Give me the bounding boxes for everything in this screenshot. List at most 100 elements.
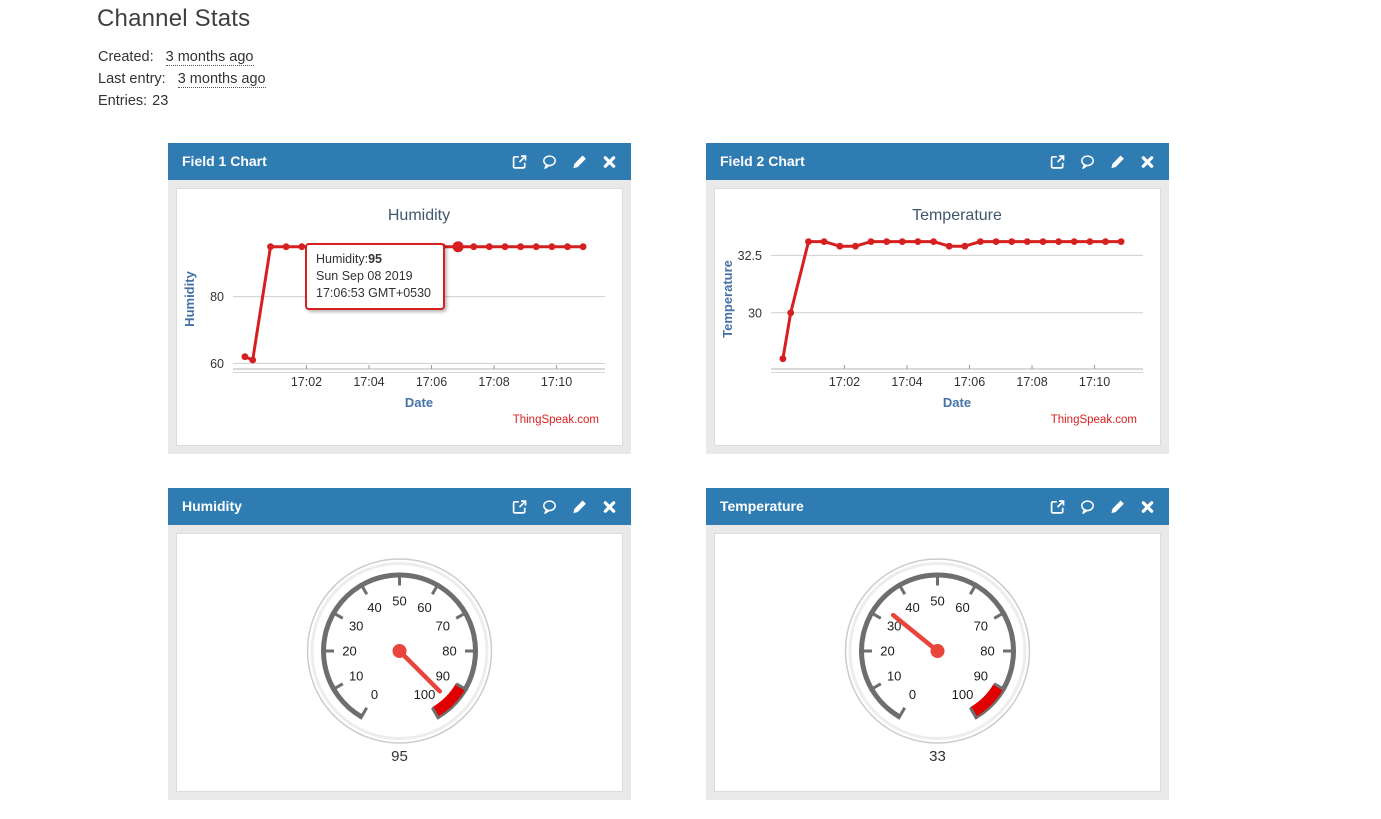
humidity-line-chart[interactable]: 60 80 17:02 17:04 17:06 17:08 17:10 Humidity Hum… — [177, 189, 622, 445]
svg-text:17:08: 17:08 — [1016, 375, 1047, 389]
tooltip-date: Sun Sep 08 2019 — [316, 269, 413, 283]
svg-text:80: 80 — [210, 290, 224, 304]
svg-text:70: 70 — [974, 619, 988, 634]
gauge-container: 0 10 20 30 40 50 60 70 80 90 100 95 — [176, 533, 623, 792]
meta-last-entry: Last entry: 3 months ago — [98, 68, 266, 90]
close-icon[interactable] — [1139, 154, 1156, 170]
meta-created: Created: 3 months ago — [98, 46, 266, 68]
chart-container: 30 32.5 17:02 17:04 17:06 17:08 17:10 Temperatu… — [714, 188, 1161, 446]
svg-text:90: 90 — [436, 669, 450, 684]
panel-humidity-gauge: Humidity 0 10 20 30 40 50 60 70 80 90 100 95 — [168, 488, 631, 800]
svg-text:80: 80 — [980, 644, 994, 659]
gauge-container: 0 10 20 30 40 50 60 70 80 90 100 33 — [714, 533, 1161, 792]
svg-text:20: 20 — [342, 644, 356, 659]
svg-text:60: 60 — [210, 357, 224, 371]
channel-stats-page: Channel Stats Created: 3 months ago Last … — [0, 0, 1381, 819]
svg-text:0: 0 — [371, 687, 378, 702]
svg-text:100: 100 — [952, 687, 974, 702]
svg-text:17:04: 17:04 — [353, 375, 384, 389]
svg-text:17:10: 17:10 — [1079, 375, 1110, 389]
svg-text:Temperature: Temperature — [720, 260, 735, 338]
svg-text:Temperature: Temperature — [912, 207, 1002, 224]
panel-field2-chart: Field 2 Chart 30 32.5 17:02 17:04 17:06 17:08… — [706, 143, 1169, 454]
external-link-icon[interactable] — [1049, 154, 1066, 170]
external-link-icon[interactable] — [511, 499, 528, 515]
svg-text:17:08: 17:08 — [478, 375, 509, 389]
meta-entries-value: 23 — [152, 93, 169, 109]
panel-icon-bar — [1049, 143, 1156, 180]
svg-text:50: 50 — [392, 594, 406, 609]
panel-body: 30 32.5 17:02 17:04 17:06 17:08 17:10 Temperatu… — [706, 180, 1169, 454]
panel-icon-bar — [511, 488, 618, 525]
chart-tooltip: Humidity:95 Sun Sep 08 2019 17:06:53 GMT… — [305, 243, 445, 310]
svg-text:30: 30 — [748, 306, 762, 320]
pencil-icon[interactable] — [571, 154, 588, 170]
comment-icon[interactable] — [1079, 499, 1096, 515]
svg-text:30: 30 — [349, 619, 363, 634]
svg-text:10: 10 — [887, 669, 901, 684]
svg-text:33: 33 — [929, 748, 946, 765]
svg-text:Date: Date — [405, 395, 433, 410]
pencil-icon[interactable] — [571, 499, 588, 515]
meta-created-label: Created: — [98, 49, 154, 65]
comment-icon[interactable] — [541, 499, 558, 515]
tooltip-series-label: Humidity: — [316, 252, 369, 266]
svg-text:40: 40 — [905, 600, 919, 615]
tooltip-value: 95 — [368, 252, 382, 266]
svg-text:ThingSpeak.com: ThingSpeak.com — [1051, 414, 1137, 426]
svg-text:60: 60 — [417, 600, 431, 615]
panel-temperature-gauge-header: Temperature — [706, 488, 1169, 525]
external-link-icon[interactable] — [1049, 499, 1066, 515]
pencil-icon[interactable] — [1109, 154, 1126, 170]
pencil-icon[interactable] — [1109, 499, 1126, 515]
comment-icon[interactable] — [541, 154, 558, 170]
svg-text:Humidity: Humidity — [388, 207, 450, 224]
meta-last-entry-value[interactable]: 3 months ago — [177, 71, 266, 88]
svg-text:60: 60 — [955, 600, 969, 615]
close-icon[interactable] — [601, 499, 618, 515]
close-icon[interactable] — [1139, 499, 1156, 515]
svg-text:17:04: 17:04 — [891, 375, 922, 389]
svg-text:17:02: 17:02 — [829, 375, 860, 389]
svg-text:Date: Date — [943, 395, 971, 410]
close-icon[interactable] — [601, 154, 618, 170]
panel-humidity-gauge-header: Humidity — [168, 488, 631, 525]
panel-temperature-gauge: Temperature 0 10 20 30 40 50 60 70 80 90 100 33 — [706, 488, 1169, 800]
channel-meta: Created: 3 months ago Last entry: 3 months… — [98, 46, 266, 112]
panel-body: 0 10 20 30 40 50 60 70 80 90 100 95 — [168, 525, 631, 800]
panel-body: 60 80 17:02 17:04 17:06 17:08 17:10 Humidity Hum… — [168, 180, 631, 454]
svg-text:ThingSpeak.com: ThingSpeak.com — [513, 414, 599, 426]
svg-text:50: 50 — [930, 594, 944, 609]
svg-text:17:02: 17:02 — [291, 375, 322, 389]
external-link-icon[interactable] — [511, 154, 528, 170]
meta-entries: Entries: 23 — [98, 90, 266, 112]
temperature-line-chart[interactable]: 30 32.5 17:02 17:04 17:06 17:08 17:10 Temperatu… — [715, 189, 1160, 445]
panel-title: Temperature — [720, 498, 804, 514]
panel-icon-bar — [511, 143, 618, 180]
svg-text:100: 100 — [414, 687, 436, 702]
humidity-gauge: 0 10 20 30 40 50 60 70 80 90100 95 — [306, 558, 493, 765]
comment-icon[interactable] — [1079, 154, 1096, 170]
svg-text:80: 80 — [442, 644, 456, 659]
svg-text:20: 20 — [880, 644, 894, 659]
panel-title: Humidity — [182, 498, 242, 514]
svg-text:70: 70 — [436, 619, 450, 634]
meta-entries-label: Entries: — [98, 93, 148, 109]
panel-field1-header: Field 1 Chart — [168, 143, 631, 180]
tooltip-time: 17:06:53 GMT+0530 — [316, 286, 432, 300]
panel-field1-chart: Field 1 Chart 60 80 17:02 17:04 17:06 17:08 17… — [168, 143, 631, 454]
temperature-gauge: 010203040 50 6070809010033 — [844, 558, 1031, 765]
panel-title: Field 1 Chart — [182, 153, 267, 169]
svg-text:17:10: 17:10 — [541, 375, 572, 389]
svg-text:95: 95 — [391, 748, 408, 765]
chart-container: 60 80 17:02 17:04 17:06 17:08 17:10 Humidity Hum… — [176, 188, 623, 446]
page-title: Channel Stats — [97, 5, 251, 32]
panel-title: Field 2 Chart — [720, 153, 805, 169]
svg-text:0: 0 — [909, 687, 916, 702]
svg-text:Humidity: Humidity — [182, 270, 197, 326]
svg-text:17:06: 17:06 — [416, 375, 447, 389]
panel-icon-bar — [1049, 488, 1156, 525]
svg-text:40: 40 — [367, 600, 381, 615]
meta-created-value[interactable]: 3 months ago — [165, 49, 254, 66]
svg-text:32.5: 32.5 — [738, 249, 762, 263]
